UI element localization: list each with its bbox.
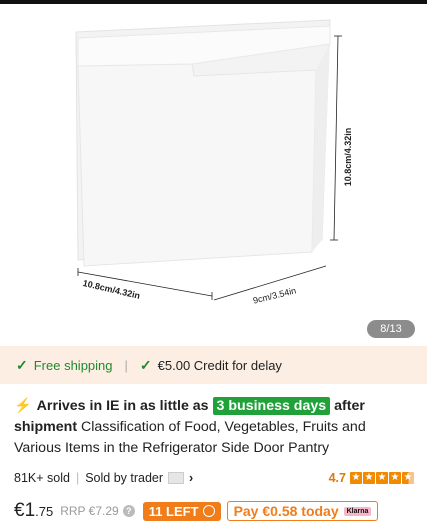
chevron-right-icon[interactable]: ›: [189, 471, 193, 485]
height-dimension-label: 10.8cm/4.32in: [343, 127, 353, 187]
klarna-pay-label: Pay €0.58 today: [233, 503, 339, 519]
price-row: €1.75 RRP €7.29 ? 11 LEFT Pay €0.58 toda…: [14, 499, 424, 523]
flag-icon: [168, 472, 185, 484]
rating[interactable]: 4.7 ★ ★ ★ ★ ★: [329, 471, 414, 485]
arrival-prefix: Arrives in IE in as little as: [36, 398, 209, 414]
klarna-logo: Klarna: [343, 506, 372, 516]
star-half-icon: ★: [402, 472, 414, 484]
product-title: ⚡ Arrives in IE in as little as 3 busines…: [14, 396, 414, 459]
product-image: [75, 19, 342, 301]
rrp-price: RRP €7.29: [60, 504, 119, 518]
free-shipping-label: Free shipping: [33, 357, 113, 373]
check-icon: ✓: [16, 356, 28, 373]
klarna-pay-button[interactable]: Pay €0.58 today Klarna: [226, 501, 379, 521]
promo-strip[interactable]: ✓ Free shipping | ✓ €5.00 Credit for del…: [0, 346, 427, 384]
price-cents: .75: [35, 503, 54, 519]
stock-left-label: 11 LEFT: [148, 503, 199, 519]
rating-value: 4.7: [328, 471, 346, 485]
meta-divider: |: [75, 471, 80, 485]
business-days-badge: 3 business days: [212, 397, 331, 415]
delay-credit-item: ✓ €5.00 Credit for delay: [140, 357, 282, 374]
product-image-gallery[interactable]: 10.8cm/4.32in 9cm/3.54in 10.8cm/4.32in 8…: [0, 4, 427, 346]
star-icon: ★: [389, 472, 401, 484]
delay-credit-label: €5.00 Credit for delay: [157, 357, 282, 373]
check-icon: ✓: [139, 356, 152, 373]
image-counter: 8/13: [367, 320, 415, 338]
star-icon: ★: [363, 472, 375, 484]
info-icon[interactable]: ?: [122, 505, 135, 517]
sold-count: 81K+ sold: [14, 471, 70, 485]
promo-divider: |: [124, 357, 128, 373]
star-icon: ★: [376, 472, 388, 484]
meta-row: 81K+ sold | Sold by trader › 4.7 ★ ★ ★ ★…: [14, 469, 414, 487]
free-shipping-item: ✓ Free shipping: [16, 357, 113, 374]
star-icon: ★: [350, 472, 362, 484]
seller-link[interactable]: Sold by trader: [85, 471, 163, 485]
lightning-icon: ⚡: [14, 398, 32, 414]
price-whole: €1: [14, 500, 36, 521]
stock-left-badge: 11 LEFT: [142, 501, 221, 521]
clock-icon: [202, 505, 215, 517]
